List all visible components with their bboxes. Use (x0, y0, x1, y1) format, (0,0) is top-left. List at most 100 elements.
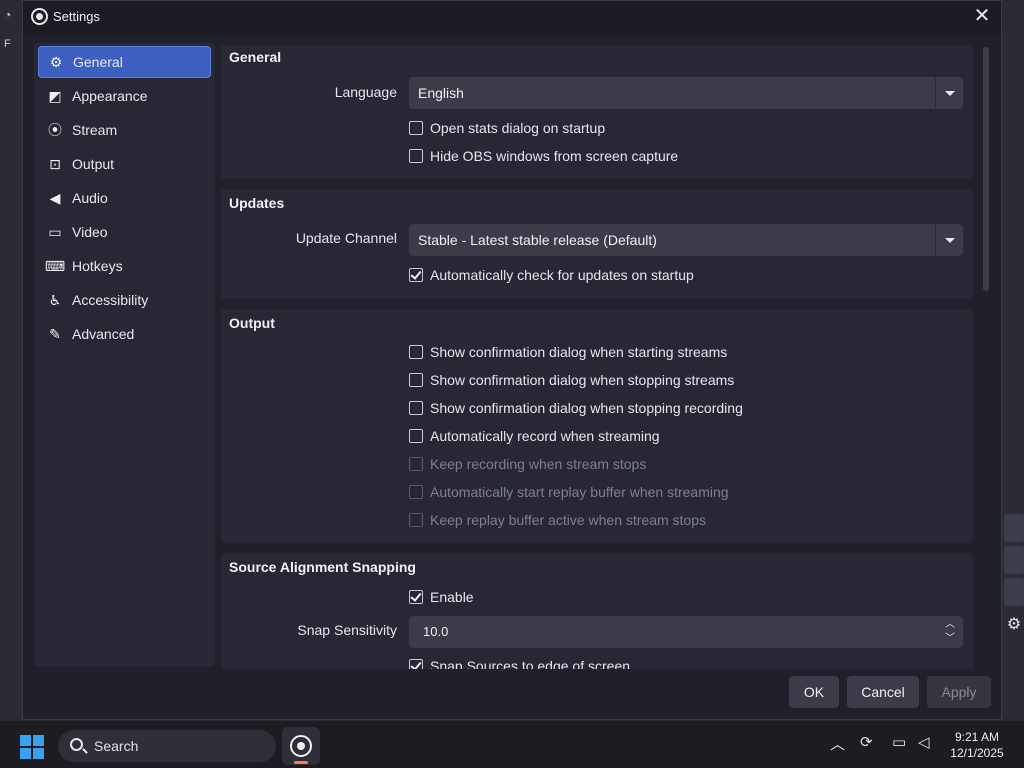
sidebar-item-label: Video (72, 224, 108, 240)
chevron-up-icon[interactable]: ︿ (943, 619, 957, 631)
display-icon[interactable]: ▭ (892, 733, 906, 751)
sidebar-item-appearance[interactable]: ◩ Appearance (38, 80, 211, 112)
checkbox-box (409, 485, 423, 499)
sidebar-item-stream[interactable]: ⦿ Stream (38, 114, 211, 146)
checkbox-box-checked (409, 268, 423, 282)
confirm-stop-stream-checkbox[interactable]: Show confirmation dialog when stopping s… (409, 370, 734, 390)
checkbox-box (409, 149, 423, 163)
taskbar-search[interactable]: Search (58, 730, 276, 762)
chevron-down-icon[interactable]: ﹀ (943, 633, 957, 645)
update-channel-label: Update Channel (295, 230, 397, 246)
search-label: Search (94, 738, 139, 754)
obs-taskbar-button[interactable] (282, 727, 320, 765)
monitor-icon: ▭ (48, 223, 62, 240)
checkbox-box (409, 429, 423, 443)
close-button[interactable]: ✕ (969, 5, 995, 29)
checkbox-label: Enable (430, 589, 474, 605)
file-menu-fragment: F (4, 38, 11, 50)
checkbox-label: Open stats dialog on startup (430, 120, 606, 136)
section-title: Source Alignment Snapping (229, 559, 416, 575)
sidebar-item-general[interactable]: ⚙ General (38, 46, 211, 78)
settings-dialog: Settings ✕ ⚙ General ◩ Appearance ⦿ Stre… (22, 0, 1002, 720)
content-scrollbar[interactable] (981, 45, 991, 669)
panel-fragment (1004, 546, 1024, 574)
sidebar-item-label: Output (72, 156, 115, 172)
section-title: Updates (229, 195, 285, 211)
sidebar-item-label: Accessibility (72, 292, 149, 308)
background-app-left-edge: ◔ F (0, 0, 22, 720)
language-select[interactable]: English (409, 77, 963, 109)
checkbox-label: Automatically record when streaming (430, 428, 660, 444)
start-button[interactable] (20, 735, 44, 759)
background-app-right-edge: ⚙ (1002, 0, 1024, 720)
scrollbar-thumb[interactable] (983, 47, 989, 291)
checkbox-box (409, 345, 423, 359)
sidebar-item-video[interactable]: ▭ Video (38, 216, 211, 248)
chevron-down-icon (935, 77, 963, 109)
panel-fragment (1004, 514, 1024, 542)
output-icon: ⊡ (49, 155, 61, 172)
search-icon (70, 738, 83, 751)
checkbox-label: Show confirmation dialog when stopping s… (430, 372, 735, 388)
obs-logo-icon (290, 735, 312, 757)
appearance-icon: ◩ (48, 87, 62, 104)
gear-icon[interactable]: ⚙ (1004, 614, 1024, 642)
chevron-down-icon (935, 224, 963, 256)
clock-date: 12/1/2025 (950, 746, 1004, 760)
checkbox-label: Automatically check for updates on start… (430, 267, 694, 283)
hide-obs-checkbox[interactable]: Hide OBS windows from screen capture (409, 146, 678, 166)
checkbox-box-checked (409, 659, 423, 669)
panel-fragment (1004, 578, 1024, 606)
sidebar-item-label: Audio (72, 190, 108, 206)
apply-button: Apply (927, 676, 991, 708)
language-label: Language (334, 84, 397, 100)
checkbox-box (409, 457, 423, 471)
confirm-start-stream-checkbox[interactable]: Show confirmation dialog when starting s… (409, 342, 727, 362)
sidebar-item-output[interactable]: ⊡ Output (38, 148, 211, 180)
open-stats-checkbox[interactable]: Open stats dialog on startup (409, 118, 605, 138)
sidebar-item-accessibility[interactable]: ♿ Accessibility (38, 284, 211, 316)
checkbox-box (409, 401, 423, 415)
speaker-icon: ◀ (49, 189, 61, 206)
sidebar-item-advanced[interactable]: ✎ Advanced (38, 318, 211, 350)
sidebar-item-label: Advanced (72, 326, 135, 342)
app-menu-icon: ◔ (4, 8, 12, 22)
snap-sensitivity-spinbox[interactable]: 10.0 ︿ ﹀ (409, 616, 963, 648)
cancel-button[interactable]: Cancel (847, 676, 919, 708)
updates-section: Updates Update Channel Stable - Latest s… (221, 189, 973, 299)
confirm-stop-recording-checkbox[interactable]: Show confirmation dialog when stopping r… (409, 398, 743, 418)
section-title: Output (229, 315, 275, 331)
checkbox-label: Show confirmation dialog when stopping r… (430, 400, 743, 416)
ok-button[interactable]: OK (789, 676, 839, 708)
title-bar: Settings ✕ (23, 1, 1001, 33)
auto-record-checkbox[interactable]: Automatically record when streaming (409, 426, 660, 446)
general-section: General Language English Open stats dial… (221, 45, 973, 179)
gear-icon: ⚙ (49, 53, 63, 70)
checkbox-label: Automatically start replay buffer when s… (430, 484, 729, 500)
sidebar-item-hotkeys[interactable]: ⌨ Hotkeys (38, 250, 211, 282)
checkbox-label: Snap Sources to edge of screen (430, 658, 631, 669)
update-channel-select[interactable]: Stable - Latest stable release (Default) (409, 224, 963, 256)
checkbox-box (409, 513, 423, 527)
clock-time: 9:21 AM (954, 730, 1000, 744)
taskbar: Search ︿ ⟳ ▭ ◁ 9:21 AM 12/1/2025 (0, 720, 1024, 768)
accessibility-icon: ♿ (48, 291, 62, 308)
snap-sensitivity-value: 10.0 (423, 624, 449, 639)
checkbox-label: Show confirmation dialog when starting s… (430, 344, 728, 360)
snapping-enable-checkbox[interactable]: Enable (409, 587, 474, 607)
snap-sensitivity-label: Snap Sensitivity (297, 622, 397, 638)
auto-check-updates-checkbox[interactable]: Automatically check for updates on start… (409, 265, 694, 285)
sidebar-item-label: General (73, 54, 123, 70)
keep-replay-buffer-checkbox: Keep replay buffer active when stream st… (409, 510, 706, 530)
snap-edge-checkbox[interactable]: Snap Sources to edge of screen (409, 656, 630, 669)
sidebar-item-audio[interactable]: ◀ Audio (38, 182, 211, 214)
checkbox-label: Hide OBS windows from screen capture (430, 148, 679, 164)
volume-muted-icon[interactable]: ◁ (918, 733, 930, 751)
checkbox-box-checked (409, 590, 423, 604)
taskbar-clock[interactable]: 9:21 AM 12/1/2025 (944, 729, 1010, 761)
sync-icon[interactable]: ⟳ (860, 733, 873, 751)
output-section: Output Show confirmation dialog when sta… (221, 309, 973, 543)
sidebar-item-label: Appearance (72, 88, 148, 104)
show-hidden-icons-chevron-icon[interactable]: ︿ (830, 733, 845, 754)
settings-sidebar: ⚙ General ◩ Appearance ⦿ Stream ⊡ Output… (34, 43, 215, 667)
